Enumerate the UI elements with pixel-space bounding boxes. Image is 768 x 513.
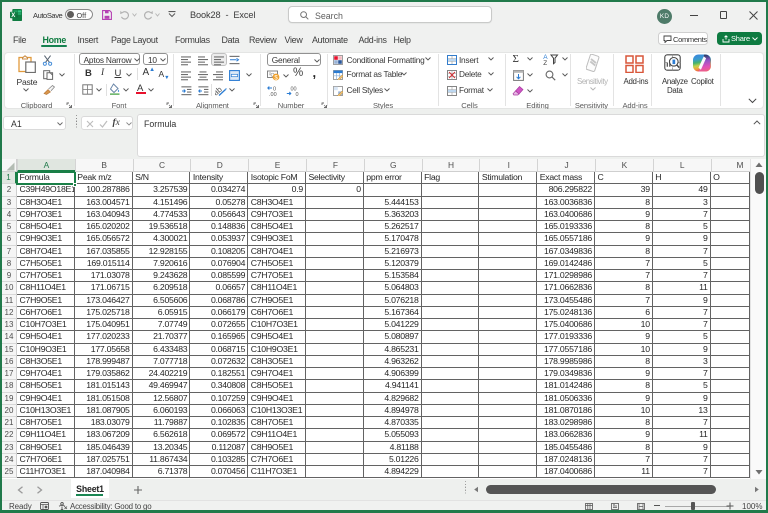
svg-text:Z: Z xyxy=(543,60,547,65)
svg-text:.00: .00 xyxy=(269,92,277,97)
svg-text:X: X xyxy=(11,13,15,19)
svg-text:0: 0 xyxy=(295,92,298,97)
